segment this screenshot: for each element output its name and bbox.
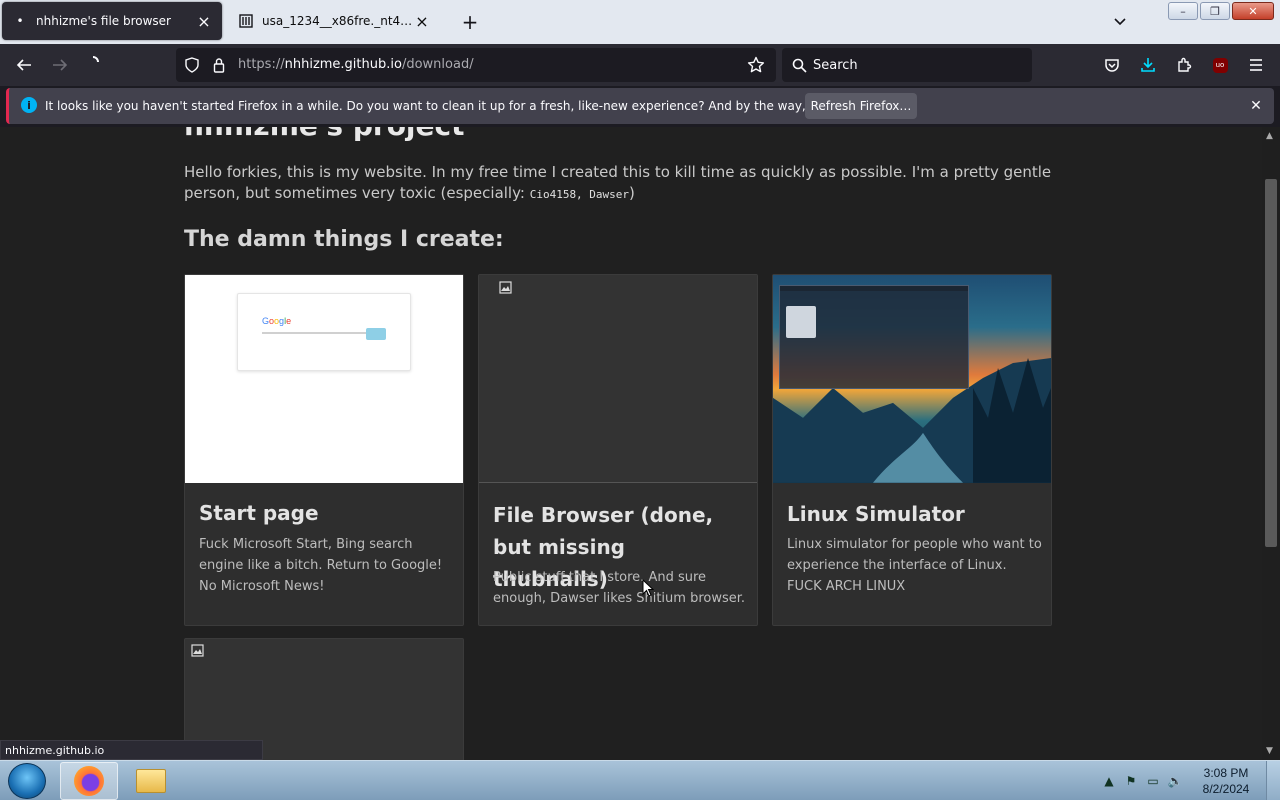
ublock-origin-icon[interactable]: uo (1207, 53, 1233, 77)
scrollbar-thumb[interactable] (1265, 179, 1277, 547)
terminal-titlebar (780, 286, 968, 291)
address-bar[interactable]: https://nhhizme.github.io/download/ (176, 48, 776, 82)
show-desktop-button[interactable] (1266, 761, 1280, 800)
computer-icon (786, 306, 816, 338)
window-controls: – ❐ ✕ (1168, 2, 1274, 20)
start-button-icon[interactable] (8, 763, 46, 799)
close-tab-icon[interactable]: × (414, 12, 430, 31)
taskbar-firefox-button[interactable] (60, 762, 118, 800)
archive-icon (238, 13, 254, 29)
projects-heading: The damn things I create: (184, 227, 504, 252)
show-hidden-icons-icon[interactable]: ▲ (1098, 770, 1120, 792)
menu-hamburger-icon[interactable] (1243, 53, 1269, 77)
bookmark-star-icon[interactable] (746, 55, 766, 75)
project-card-file-browser[interactable]: File Browser (done, but missing thubnail… (478, 274, 758, 626)
back-icon[interactable] (11, 53, 37, 77)
firefox-icon (74, 766, 104, 796)
action-center-flag-icon[interactable]: ⚑ (1120, 770, 1142, 792)
page-title: nhhizme's project (184, 127, 465, 142)
volume-muted-icon[interactable]: 🔈 (1164, 770, 1186, 792)
vertical-scrollbar[interactable]: ▲ ▼ (1262, 127, 1280, 760)
close-window-icon[interactable]: ✕ (1232, 2, 1274, 20)
close-tab-icon[interactable]: × (196, 12, 212, 31)
tab-label: usa_1234__x86fre._nt40 directory listing (262, 14, 414, 28)
mouse-cursor-icon (642, 579, 654, 597)
start-page-thumbnail: Google (185, 275, 463, 483)
loading-spinner-icon[interactable] (80, 50, 106, 74)
card-description: Fuck Microsoft Start, Bing search engine… (199, 537, 443, 594)
navigation-toolbar: https://nhhizme.github.io/download/ Sear… (0, 44, 1280, 86)
downloads-icon[interactable] (1135, 53, 1161, 77)
url-path: /download/ (401, 57, 474, 72)
terminal-window-preview (779, 285, 969, 389)
forward-icon[interactable] (47, 53, 73, 77)
clock-time: 3:08 PM (1203, 766, 1249, 780)
url-text: https://nhhizme.github.io/download/ (238, 57, 474, 72)
loading-icon: • (16, 14, 24, 28)
network-icon[interactable]: ▭ (1142, 770, 1164, 792)
info-icon: i (21, 97, 37, 113)
tab-strip: • nhhizme's file browser × usa_1234__x86… (0, 0, 1280, 44)
card-title[interactable]: Start page (199, 497, 451, 529)
search-placeholder: Search (813, 58, 858, 73)
tab-directory-listing[interactable]: usa_1234__x86fre._nt40 directory listing… (228, 2, 440, 40)
list-all-tabs-icon[interactable] (1108, 10, 1132, 34)
page-content: nhhizme's project Hello forkies, this is… (0, 127, 1262, 760)
project-card-linux-simulator[interactable]: Linux Simulator Linux simulator for peop… (772, 274, 1052, 626)
folder-icon (136, 769, 166, 793)
search-icon (790, 56, 808, 74)
refresh-firefox-notification: i It looks like you haven't started Fire… (6, 88, 1274, 124)
scroll-up-icon[interactable]: ▲ (1266, 131, 1273, 141)
tracking-protection-shield-icon[interactable] (182, 55, 202, 75)
project-card-start-page[interactable]: Google Start page Fuck Microsoft Start, … (184, 274, 464, 626)
lock-icon[interactable] (209, 55, 229, 75)
new-tab-icon[interactable]: + (458, 10, 482, 34)
tab-label: nhhizme's file browser (36, 14, 171, 28)
card-title[interactable]: Linux Simulator (787, 498, 1039, 530)
extensions-icon[interactable] (1171, 53, 1197, 77)
broken-image-icon (191, 644, 205, 658)
pocket-icon[interactable] (1099, 53, 1125, 77)
google-logo: Google (262, 316, 292, 326)
windows-taskbar: ▲ ⚑ ▭ 🔈 3:08 PM 8/2/2024 (0, 760, 1280, 800)
file-browser-thumbnail (479, 275, 757, 483)
broken-image-icon (499, 281, 513, 295)
clock-date: 8/2/2024 (1202, 782, 1250, 796)
google-search-box-preview: Google (237, 293, 411, 371)
status-url-tooltip: nhhizme.github.io (0, 740, 263, 760)
tab-file-browser[interactable]: • nhhizme's file browser × (2, 2, 222, 40)
search-line (262, 332, 366, 334)
notification-message: It looks like you haven't started Firefo… (45, 99, 901, 113)
search-button-preview (366, 328, 386, 340)
search-bar[interactable]: Search (782, 48, 1032, 82)
intro-end: ) (629, 184, 635, 202)
card-description: Public stuff that I store. And sure enou… (493, 570, 746, 606)
intro-names: Cio4158, Dawser (529, 188, 630, 201)
minimize-icon[interactable]: – (1168, 2, 1198, 20)
url-scheme: https:// (238, 57, 285, 72)
card-description: Linux simulator for people who want to e… (787, 537, 1042, 594)
url-host: nhhizme.github.io (284, 57, 402, 72)
system-tray: ▲ ⚑ ▭ 🔈 3:08 PM 8/2/2024 (1098, 761, 1280, 800)
system-clock[interactable]: 3:08 PM 8/2/2024 (1186, 765, 1266, 797)
linux-simulator-thumbnail (773, 275, 1051, 483)
scroll-down-icon[interactable]: ▼ (1266, 746, 1273, 756)
refresh-firefox-button[interactable]: Refresh Firefox… (805, 93, 917, 119)
taskbar-explorer-button[interactable] (122, 762, 180, 800)
restore-icon[interactable]: ❐ (1200, 2, 1230, 20)
close-notification-icon[interactable]: ✕ (1246, 96, 1266, 116)
intro-paragraph: Hello forkies, this is my website. In my… (184, 162, 1084, 205)
